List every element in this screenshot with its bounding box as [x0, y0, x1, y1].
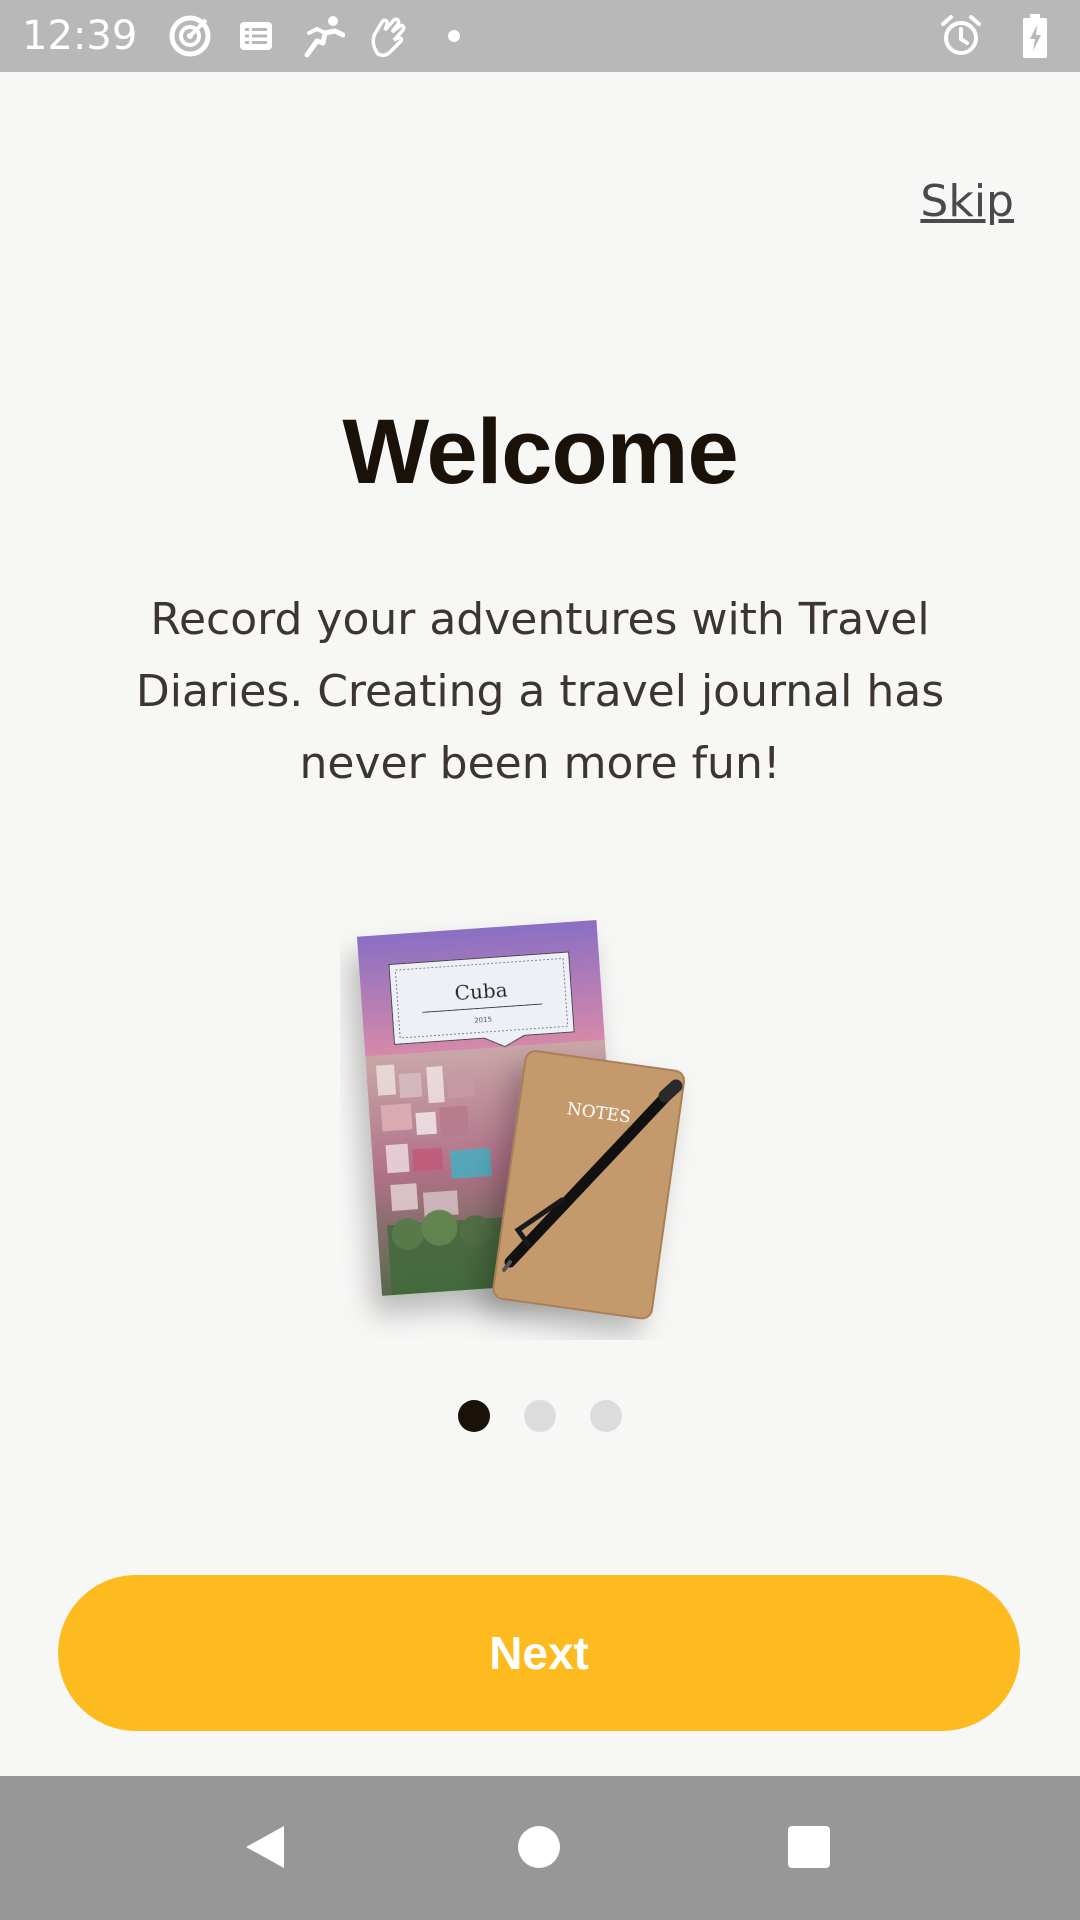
skip-button[interactable]: Skip [920, 176, 1014, 227]
system-icons [938, 13, 1058, 59]
status-time: 12:39 [22, 13, 138, 59]
status-bar: 12:39 [0, 0, 1080, 72]
navigation-bar [0, 1776, 1080, 1920]
runner-icon [299, 13, 346, 59]
target-icon [167, 13, 213, 59]
book-cover-year: 2015 [474, 1016, 492, 1025]
recents-icon[interactable] [784, 1822, 834, 1872]
page-dot-3[interactable] [590, 1400, 622, 1432]
alarm-icon [938, 13, 984, 59]
notification-icons [167, 13, 477, 59]
next-button[interactable]: Next [58, 1575, 1020, 1731]
travel-journal-illustration: Cuba 2015 NOTES [340, 900, 740, 1340]
home-icon[interactable] [514, 1822, 564, 1872]
page-dot-2[interactable] [524, 1400, 556, 1432]
onboarding-description: Record your adventures with Travel Diari… [135, 594, 945, 789]
page-title: Welcome [342, 401, 738, 503]
book-cover-title: Cuba [454, 977, 509, 1005]
dot-icon [431, 13, 477, 59]
hand-icon [365, 13, 411, 59]
list-icon [233, 13, 279, 59]
page-indicator [0, 1400, 1080, 1432]
page-dot-1[interactable] [458, 1400, 490, 1432]
battery-charging-icon [1012, 13, 1058, 59]
back-icon[interactable] [240, 1822, 290, 1872]
